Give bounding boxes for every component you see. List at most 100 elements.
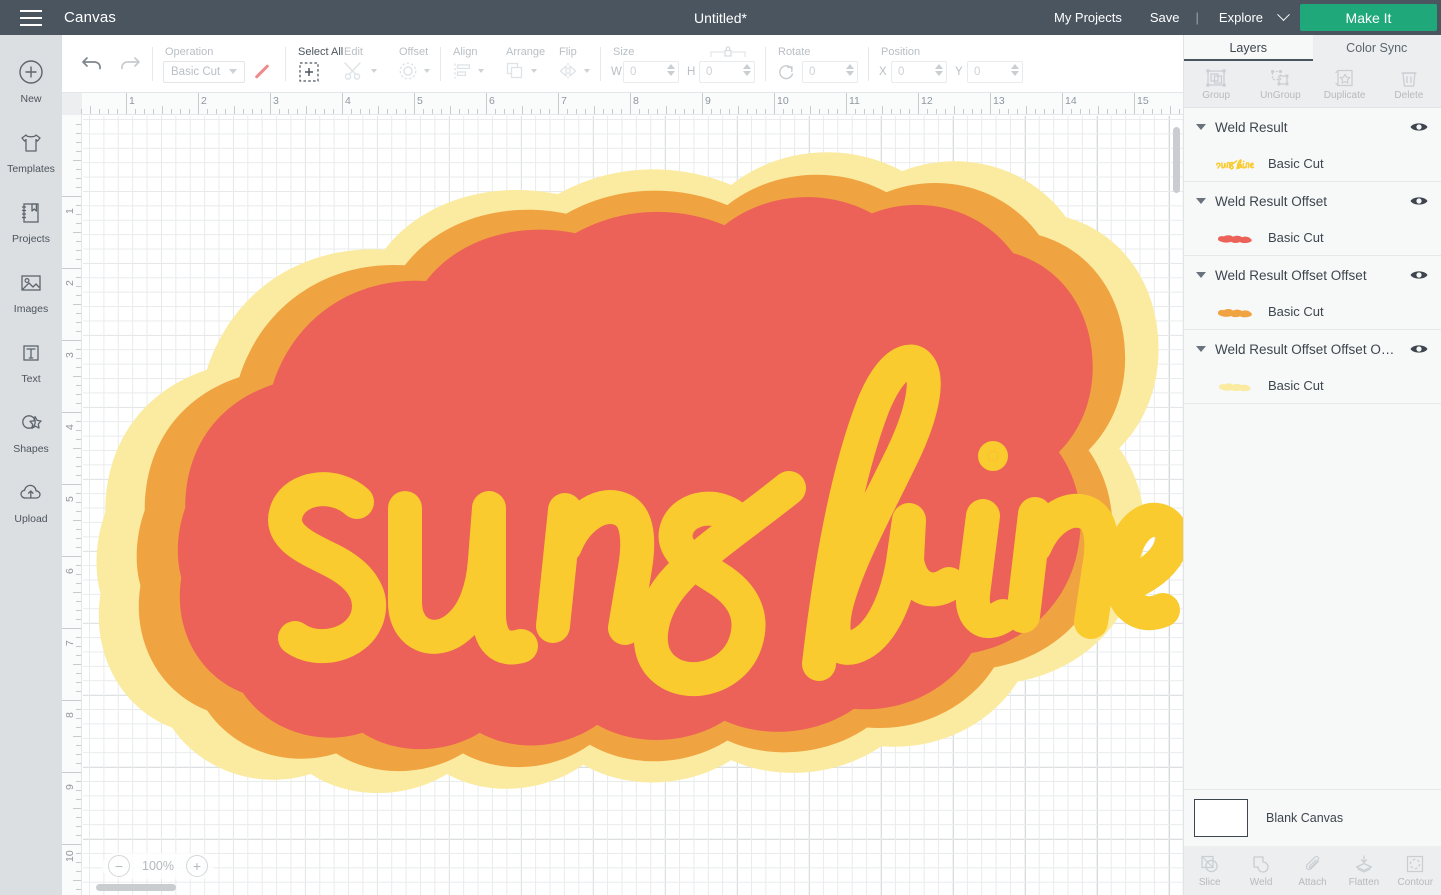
ungroup-button[interactable]: UnGroup xyxy=(1248,61,1312,107)
rail-item-text[interactable]: Text xyxy=(0,331,62,391)
chevron-down-icon[interactable] xyxy=(1277,8,1290,22)
rail-item-images[interactable]: Images xyxy=(0,261,62,321)
height-stepper[interactable] xyxy=(743,63,751,76)
chevron-down-icon[interactable] xyxy=(478,68,484,73)
rail-item-templates[interactable]: Templates xyxy=(0,121,62,181)
ruler-v-minor-tick xyxy=(76,205,81,206)
ruler-v-minor-tick xyxy=(76,169,81,170)
group-button[interactable]: Group xyxy=(1184,61,1248,107)
layer-header[interactable]: Weld Result Offset Offset xyxy=(1184,256,1441,294)
flip-icon[interactable] xyxy=(557,60,579,82)
eye-icon[interactable] xyxy=(1409,120,1429,134)
lock-icon[interactable] xyxy=(707,43,749,59)
ruler-h-minor-tick xyxy=(729,109,730,114)
layer-header[interactable]: Weld Result Offset Offset O… xyxy=(1184,330,1441,368)
layer-header[interactable]: Weld Result xyxy=(1184,108,1441,146)
layer-child-row[interactable]: Basic Cut xyxy=(1184,368,1441,403)
ruler-h-major-tick xyxy=(630,93,631,114)
position-x-input[interactable]: 0 xyxy=(891,60,947,83)
make-it-button[interactable]: Make It xyxy=(1300,4,1437,31)
top-bar-divider: | xyxy=(1195,10,1199,25)
layer-child-row[interactable]: Basic Cut xyxy=(1184,146,1441,181)
layer-expand-caret-icon[interactable] xyxy=(1196,198,1206,204)
ruler-h-minor-tick xyxy=(387,109,388,114)
layer-child-row[interactable]: Basic Cut xyxy=(1184,220,1441,255)
scissors-icon[interactable] xyxy=(342,60,366,82)
machine-selector[interactable]: Explore xyxy=(1201,10,1269,25)
height-input[interactable]: 0 xyxy=(699,60,755,83)
duplicate-button[interactable]: Duplicate xyxy=(1313,61,1377,107)
rotate-input[interactable]: 0 xyxy=(802,60,858,83)
rail-item-new[interactable]: New xyxy=(0,51,62,111)
rail-item-shapes[interactable]: Shapes xyxy=(0,401,62,461)
ruler-h-label: 1 xyxy=(129,95,135,107)
ruler-v-major-tick xyxy=(62,340,81,341)
undo-icon[interactable] xyxy=(80,53,106,73)
size-height-axis-label: H xyxy=(687,65,696,78)
ruler-v-label: 3 xyxy=(64,352,76,358)
chevron-down-icon[interactable] xyxy=(371,68,377,73)
rail-item-projects[interactable]: Projects xyxy=(0,191,62,251)
arrange-icon[interactable] xyxy=(504,60,526,82)
chevron-down-icon[interactable] xyxy=(584,68,590,73)
blank-canvas-swatch[interactable] xyxy=(1194,799,1248,837)
chevron-down-icon[interactable] xyxy=(424,68,430,73)
rotate-icon[interactable] xyxy=(776,62,796,82)
ruler-v-minor-tick xyxy=(76,691,81,692)
tab-layers[interactable]: Layers xyxy=(1184,35,1313,61)
position-y-stepper[interactable] xyxy=(1011,63,1019,76)
tab-color-sync[interactable]: Color Sync xyxy=(1313,35,1441,61)
height-value: 0 xyxy=(706,65,713,78)
save-button[interactable]: Save xyxy=(1136,10,1194,25)
ruler-v-minor-tick xyxy=(76,610,81,611)
redo-icon[interactable] xyxy=(116,53,142,73)
slice-button[interactable]: Slice xyxy=(1184,846,1235,895)
layer-header[interactable]: Weld Result Offset xyxy=(1184,182,1441,220)
ruler-h-minor-tick xyxy=(234,106,235,114)
width-stepper[interactable] xyxy=(667,63,675,76)
eye-icon[interactable] xyxy=(1409,342,1429,356)
rail-item-upload[interactable]: Upload xyxy=(0,471,62,531)
attach-button[interactable]: Attach xyxy=(1287,846,1338,895)
hamburger-menu-icon[interactable] xyxy=(20,9,42,26)
align-icon[interactable] xyxy=(451,60,473,82)
layer-expand-caret-icon[interactable] xyxy=(1196,272,1206,278)
ruler-v-minor-tick xyxy=(76,763,81,764)
contour-button[interactable]: Contour xyxy=(1390,846,1441,895)
flatten-button[interactable]: Flatten xyxy=(1338,846,1389,895)
my-projects-link[interactable]: My Projects xyxy=(1040,10,1136,25)
ruler-v-minor-tick xyxy=(73,808,81,809)
position-y-input[interactable]: 0 xyxy=(967,60,1023,83)
ruler-v-minor-tick xyxy=(76,151,81,152)
blank-canvas-row[interactable]: Blank Canvas xyxy=(1184,789,1441,846)
canvas-horizontal-scrollbar[interactable] xyxy=(96,884,176,891)
chevron-down-icon[interactable] xyxy=(531,68,537,73)
rotate-stepper[interactable] xyxy=(846,63,854,76)
delete-button[interactable]: Delete xyxy=(1377,61,1441,107)
eye-icon[interactable] xyxy=(1409,268,1429,282)
ruler-v-minor-tick xyxy=(73,592,81,593)
ruler-v-minor-tick xyxy=(76,529,81,530)
position-x-stepper[interactable] xyxy=(935,63,943,76)
ruler-v-minor-tick xyxy=(76,322,81,323)
layer-expand-caret-icon[interactable] xyxy=(1196,124,1206,130)
eye-icon[interactable] xyxy=(1409,194,1429,208)
offset-icon[interactable] xyxy=(397,60,419,82)
select-all-icon[interactable] xyxy=(296,60,322,84)
ruler-v-minor-tick xyxy=(76,682,81,683)
operation-color-swatch[interactable] xyxy=(249,61,275,83)
canvas-grid[interactable] xyxy=(83,116,1183,895)
operation-select[interactable]: Basic Cut xyxy=(163,60,245,83)
ruler-h-major-tick xyxy=(270,93,271,114)
offset-label: Offset xyxy=(399,45,429,58)
zoom-in-button[interactable]: + xyxy=(185,855,208,877)
width-input[interactable]: 0 xyxy=(623,60,679,83)
weld-button[interactable]: Weld xyxy=(1235,846,1286,895)
blank-canvas-label: Blank Canvas xyxy=(1266,811,1344,825)
layer-child-row[interactable]: Basic Cut xyxy=(1184,294,1441,329)
canvas-vertical-scrollbar[interactable] xyxy=(1173,127,1180,193)
canvas-area[interactable]: 1 2 3 4 5 6 7 8 9 10 11 12 13 14 15 1 2 3 4 5 6 7 8 9 10 xyxy=(62,93,1183,895)
zoom-out-button[interactable]: − xyxy=(108,855,130,877)
layer-expand-caret-icon[interactable] xyxy=(1196,346,1206,352)
ruler-h-minor-tick xyxy=(819,109,820,114)
